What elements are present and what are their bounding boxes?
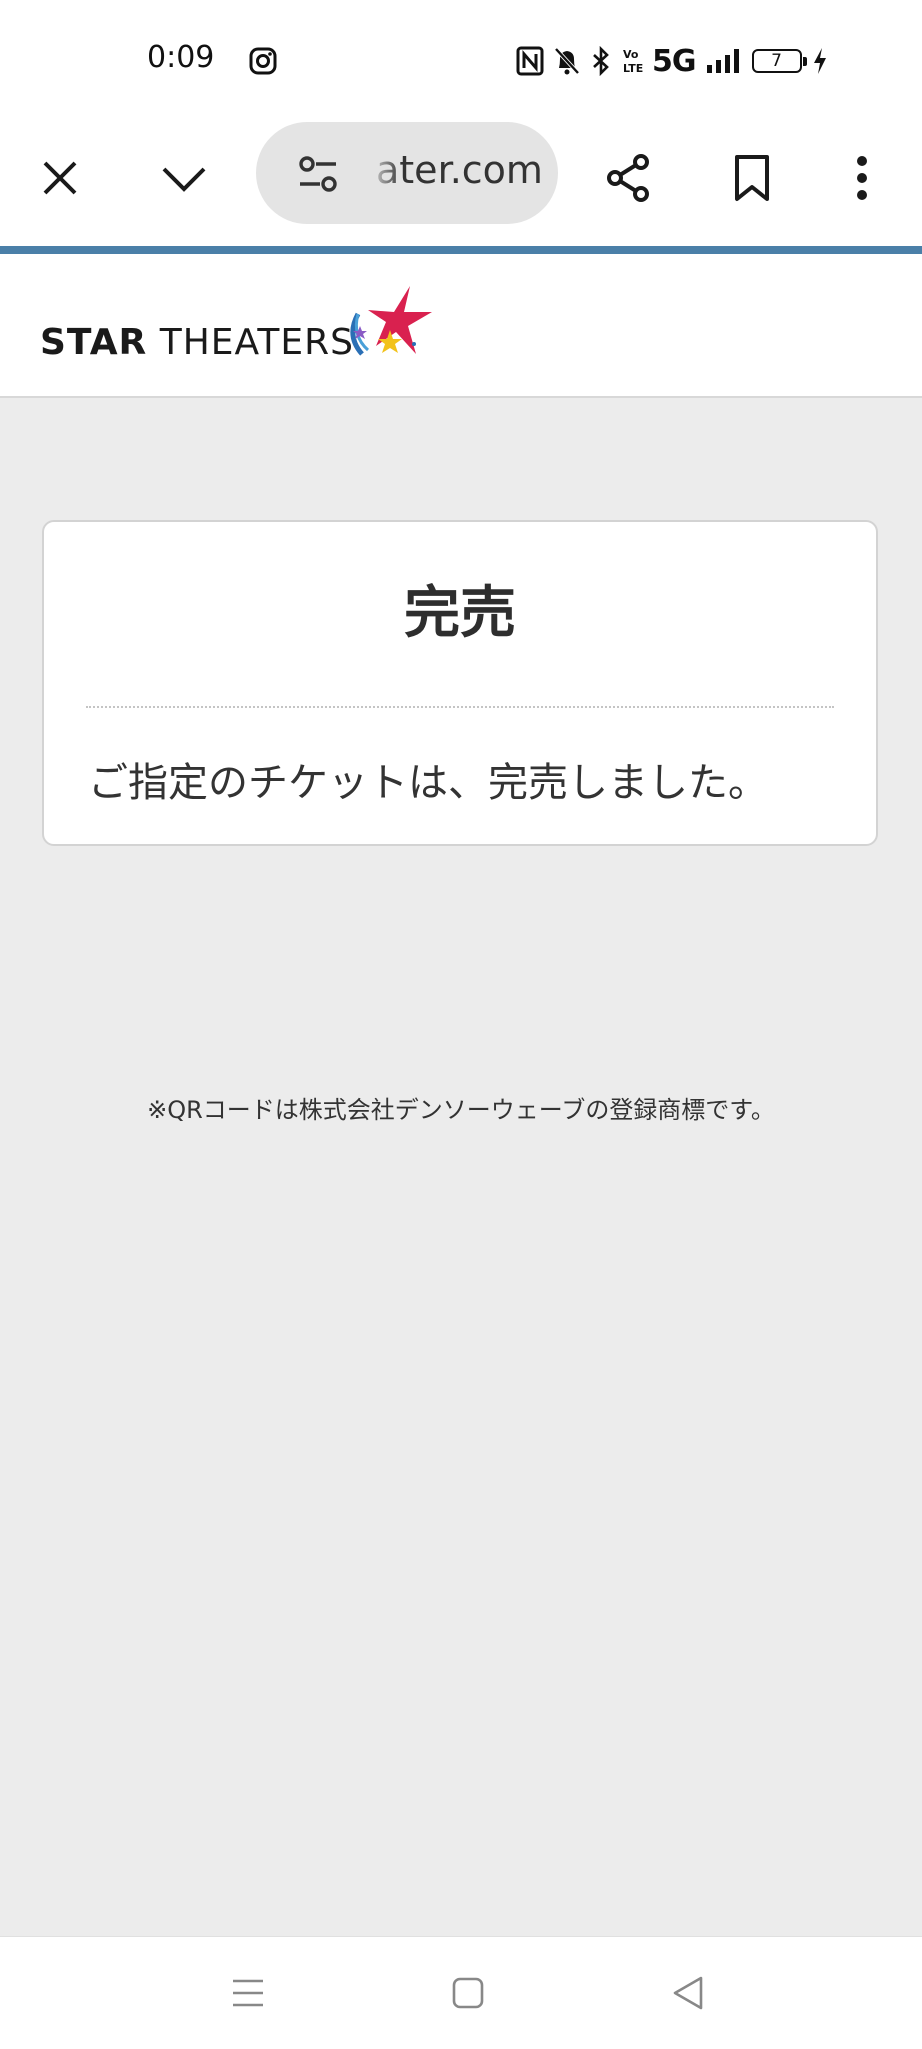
close-icon xyxy=(43,161,77,195)
back-triangle-icon xyxy=(673,1976,703,2010)
sold-out-card: 完売 ご指定のチケットは、完売しました。 xyxy=(42,520,878,846)
svg-text:Vo: Vo xyxy=(623,48,639,61)
battery-icon: 7 xyxy=(751,49,807,73)
status-bar: 0:09 Vo LTE 5G 7 xyxy=(0,0,922,118)
system-navigation-bar xyxy=(0,1936,922,2049)
close-tab-button[interactable] xyxy=(24,142,96,214)
status-time: 0:09 xyxy=(147,40,215,75)
recent-apps-button[interactable] xyxy=(218,1967,278,2019)
signal-icon xyxy=(706,49,739,73)
url-fade xyxy=(368,142,402,202)
back-button[interactable] xyxy=(658,1967,718,2019)
star-theaters-logo[interactable]: STAR THEATERS xyxy=(40,284,440,384)
sold-out-message: ご指定のチケットは、完売しました。 xyxy=(88,760,768,806)
battery-level: 7 xyxy=(771,51,782,71)
logo-text-light: THEATERS xyxy=(147,322,354,363)
more-vert-icon xyxy=(857,156,867,200)
site-header: STAR THEATERS xyxy=(0,254,922,398)
page-load-progress xyxy=(0,246,922,254)
bookmark-icon xyxy=(735,155,769,201)
network-type: 5G xyxy=(652,43,696,79)
menu-button[interactable] xyxy=(826,142,898,214)
card-title: 完売 xyxy=(404,581,516,646)
volte-icon: Vo LTE xyxy=(623,48,643,75)
share-button[interactable] xyxy=(593,142,665,214)
share-icon xyxy=(607,154,649,202)
tune-icon[interactable] xyxy=(296,154,340,194)
star-logo-icon xyxy=(350,286,432,356)
instagram-icon xyxy=(249,47,277,75)
status-icons: Vo LTE 5G 7 xyxy=(516,42,838,80)
home-button[interactable] xyxy=(438,1967,498,2019)
bell-muted-icon xyxy=(554,47,580,75)
chevron-down-icon xyxy=(162,167,206,192)
minimize-button[interactable] xyxy=(148,142,220,214)
charging-icon xyxy=(813,48,826,74)
square-icon xyxy=(452,1977,484,2009)
bluetooth-icon xyxy=(593,46,609,76)
card-divider xyxy=(86,706,834,708)
svg-text:LTE: LTE xyxy=(623,62,643,75)
menu-lines-icon xyxy=(233,1979,263,2007)
logo-text-bold: STAR xyxy=(40,322,148,363)
bookmark-button[interactable] xyxy=(716,142,788,214)
qr-trademark-note: ※QRコードは株式会社デンソーウェーブの登録商標です。 xyxy=(147,1096,775,1124)
nfc-icon xyxy=(516,46,544,76)
logo-text: STAR THEATERS xyxy=(40,322,354,363)
address-bar[interactable]: ater.com xyxy=(256,122,558,224)
